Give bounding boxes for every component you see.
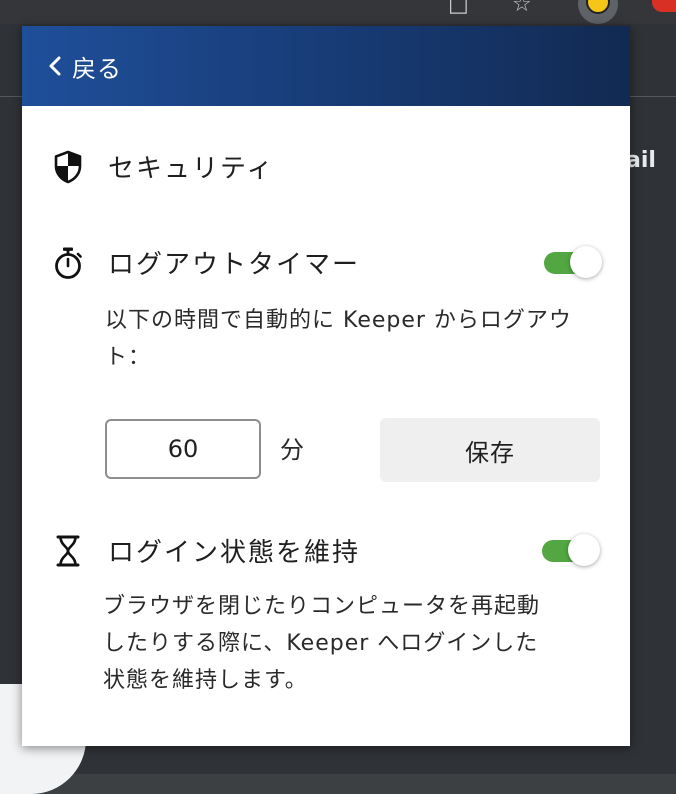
keeper-extension-icon <box>586 0 610 14</box>
bookmark-star-icon[interactable]: ☆ <box>512 0 532 16</box>
profile-badge[interactable] <box>652 0 676 12</box>
back-label: 戻る <box>72 54 122 83</box>
logout-timer-header: ログアウトタイマー <box>52 244 360 281</box>
popup-header: 戻る <box>22 26 630 106</box>
logout-timer-description: 以下の時間で自動的に Keeper からログアウト： <box>105 308 572 370</box>
chevron-left-icon <box>48 55 62 77</box>
stay-logged-in-header: ログイン状態を維持 <box>52 532 360 569</box>
keeper-extension-button[interactable] <box>578 0 618 24</box>
stay-logged-in-toggle-knob <box>568 534 600 566</box>
stay-logged-in-description: ブラウザを閉じたりコンピュータを再起動したりする際に、Keeper へログインし… <box>103 594 541 693</box>
tab-icon[interactable]: □ <box>448 0 469 16</box>
stopwatch-icon <box>52 246 84 280</box>
save-button[interactable]: 保存 <box>380 418 600 482</box>
shield-icon <box>52 150 84 184</box>
minutes-unit-label: 分 <box>280 436 304 464</box>
security-title: セキュリティ <box>108 154 275 184</box>
hourglass-icon <box>52 534 84 568</box>
logout-timer-title: ログアウトタイマー <box>108 250 361 280</box>
logout-minutes-input[interactable] <box>105 419 261 479</box>
browser-toolbar: □ ☆ <box>0 0 676 24</box>
stay-logged-in-title: ログイン状態を維持 <box>108 538 361 568</box>
stay-logged-in-toggle[interactable] <box>542 533 600 567</box>
page-peek-text: ail <box>626 148 656 173</box>
logout-timer-toggle-knob <box>570 246 602 278</box>
back-button[interactable]: 戻る <box>48 48 122 84</box>
keeper-settings-popup: 戻る セキュリティ ログアウトタイマー 以下の時間で自動的に Keeper から… <box>22 26 630 746</box>
logout-timer-toggle[interactable] <box>544 245 602 279</box>
security-section-header: セキュリティ <box>52 148 274 185</box>
